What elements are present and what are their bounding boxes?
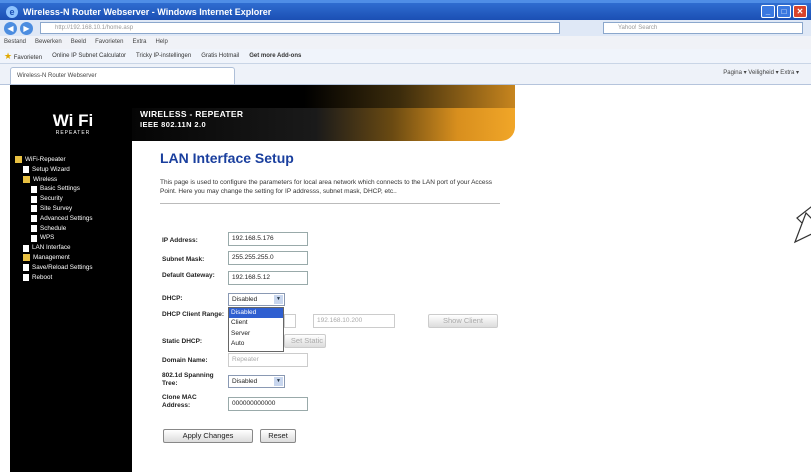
annotation-arrow [793,206,811,244]
